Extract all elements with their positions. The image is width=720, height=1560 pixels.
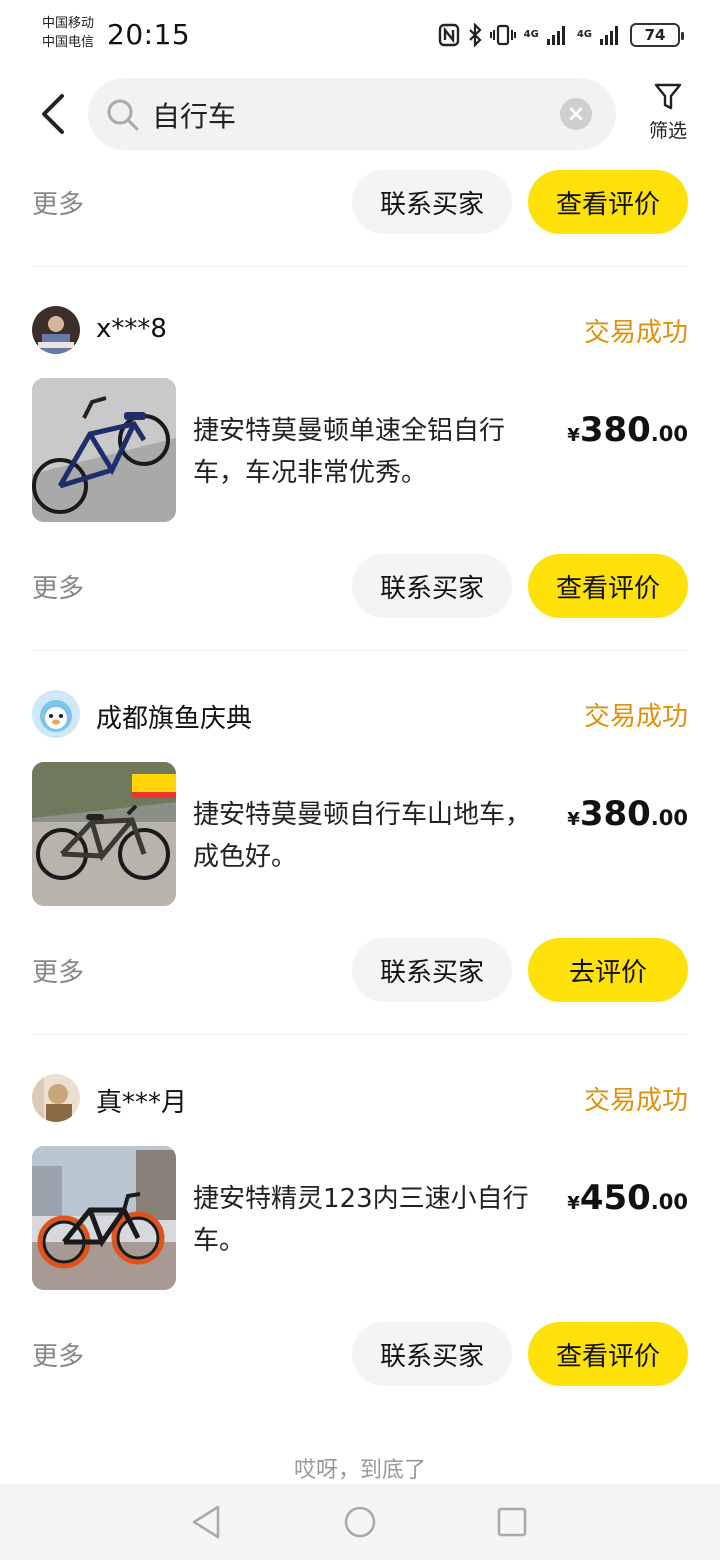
order-actions: 更多 联系买家 去评价	[32, 938, 688, 1004]
avatar-image	[32, 306, 80, 354]
price-decimal: .00	[650, 422, 688, 446]
circle-home-icon	[344, 1506, 376, 1538]
filter-label: 筛选	[648, 120, 687, 142]
bike-photo	[32, 378, 176, 522]
carrier-2: 中国电信	[42, 35, 95, 50]
clear-search-button[interactable]	[560, 98, 592, 130]
status-bar: 中国移动 中国电信 20:15 4G 4G 74	[0, 0, 720, 72]
avatar[interactable]	[32, 306, 80, 354]
signal-icon-2	[600, 26, 618, 45]
product-title[interactable]: 捷安特莫曼顿自行车山地车，成色好。	[193, 794, 553, 878]
view-review-button[interactable]: 查看评价	[528, 170, 688, 234]
status-badge: 交易成功	[583, 1086, 688, 1116]
price-decimal: .00	[650, 806, 688, 830]
status-badge: 交易成功	[583, 702, 688, 732]
avatar-image	[32, 690, 80, 738]
product-title[interactable]: 捷安特精灵123内三速小自行车。	[193, 1178, 553, 1262]
price: ¥380.00	[567, 794, 688, 834]
battery-level: 74	[644, 26, 666, 44]
search-icon	[107, 99, 139, 131]
vibrate-icon	[489, 24, 516, 46]
price-integer: 380	[579, 794, 651, 834]
contact-buyer-button[interactable]: 联系买家	[352, 1322, 512, 1386]
price-currency: ¥	[567, 1193, 580, 1214]
more-link[interactable]: 更多	[32, 568, 84, 605]
divider	[32, 266, 688, 267]
more-link[interactable]: 更多	[32, 1336, 84, 1373]
more-link[interactable]: 更多	[32, 184, 84, 221]
product-thumbnail[interactable]	[32, 762, 176, 906]
network-type-2: 4G	[576, 29, 592, 40]
avatar-image	[32, 1074, 80, 1122]
order-actions: 更多 联系买家 查看评价	[32, 554, 688, 620]
bluetooth-icon	[468, 23, 482, 47]
price-decimal: .00	[650, 1190, 688, 1214]
bike-photo	[32, 762, 176, 906]
seller-name: 真***月	[96, 1088, 188, 1118]
seller-row[interactable]: 真***月 交易成功	[32, 1074, 688, 1124]
contact-buyer-button[interactable]: 联系买家	[352, 170, 512, 234]
view-review-button[interactable]: 查看评价	[528, 1322, 688, 1386]
filter-button[interactable]: 筛选	[640, 82, 696, 152]
bike-photo	[32, 1146, 176, 1290]
product-thumbnail[interactable]	[32, 378, 176, 522]
nfc-icon	[438, 23, 459, 47]
divider	[32, 650, 688, 651]
contact-buyer-button[interactable]: 联系买家	[352, 554, 512, 618]
price-integer: 450	[579, 1178, 651, 1218]
square-recents-icon	[497, 1507, 527, 1537]
nav-back-button[interactable]	[190, 1504, 222, 1544]
system-icons: 4G 4G 74	[438, 20, 684, 50]
network-type-1: 4G	[523, 29, 539, 40]
carrier-info: 中国移动 中国电信	[42, 14, 94, 52]
system-nav-bar	[0, 1484, 720, 1560]
nav-recents-button[interactable]	[496, 1504, 528, 1544]
filter-icon	[654, 83, 682, 110]
price-currency: ¥	[567, 425, 580, 446]
more-link[interactable]: 更多	[32, 952, 84, 989]
carrier-1: 中国移动	[42, 16, 95, 31]
battery-icon: 74	[630, 23, 684, 47]
seller-row[interactable]: x***8 交易成功	[32, 306, 688, 356]
avatar[interactable]	[32, 690, 80, 738]
price-currency: ¥	[567, 809, 580, 830]
clock: 20:15	[107, 18, 191, 51]
product-title[interactable]: 捷安特莫曼顿单速全铝自行车，车况非常优秀。	[193, 410, 553, 494]
avatar[interactable]	[32, 1074, 80, 1122]
price-integer: 380	[579, 410, 651, 450]
search-query: 自行车	[152, 100, 237, 133]
close-icon	[569, 107, 583, 121]
go-review-button[interactable]: 去评价	[528, 938, 688, 1002]
order-actions: 更多 联系买家 查看评价	[32, 1322, 688, 1388]
back-button[interactable]	[30, 90, 74, 138]
price: ¥380.00	[567, 410, 688, 450]
order-actions-top: 更多 联系买家 查看评价	[32, 170, 688, 236]
contact-buyer-button[interactable]: 联系买家	[352, 938, 512, 1002]
view-review-button[interactable]: 查看评价	[528, 554, 688, 618]
status-badge: 交易成功	[583, 318, 688, 348]
seller-name: x***8	[96, 314, 167, 344]
end-of-list-tip: 哎呀，到底了	[293, 1458, 426, 1483]
price: ¥450.00	[567, 1178, 688, 1218]
product-thumbnail[interactable]	[32, 1146, 176, 1290]
signal-icon	[546, 26, 565, 45]
triangle-back-icon	[192, 1505, 220, 1539]
divider	[32, 1034, 688, 1035]
seller-row[interactable]: 成都旗鱼庆典 交易成功	[32, 690, 688, 740]
back-arrow-icon	[42, 94, 64, 134]
nav-home-button[interactable]	[343, 1504, 377, 1544]
search-input[interactable]: 自行车	[88, 78, 616, 150]
seller-name: 成都旗鱼庆典	[96, 704, 253, 734]
